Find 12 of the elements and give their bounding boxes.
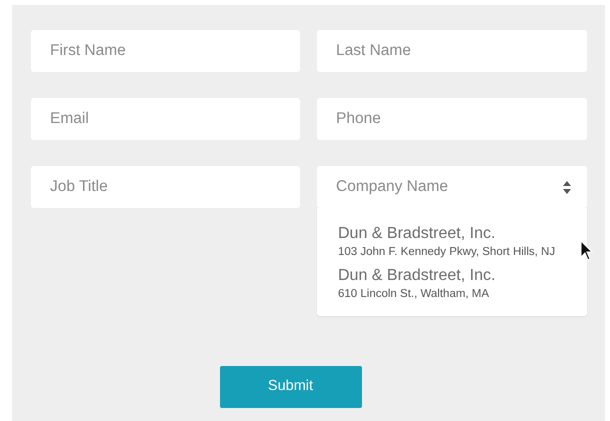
text-field[interactable]: Email (31, 98, 300, 140)
text-field[interactable]: Job Title (31, 166, 300, 208)
submit-button[interactable]: Submit (220, 366, 362, 408)
company-select[interactable]: Company Name (317, 166, 587, 208)
company-name-option[interactable]: Dun & Bradstreet, Inc. (338, 266, 496, 286)
company-address: 610 Lincoln St., Waltham, MA (338, 287, 490, 302)
text-field[interactable]: Last Name (317, 30, 587, 72)
text-field[interactable]: Phone (317, 98, 587, 140)
company-address: 103 John F. Kennedy Pkwy, Short Hills, NJ (338, 245, 556, 260)
sort-arrows-icon (563, 181, 571, 194)
text-field[interactable]: First Name (31, 30, 300, 72)
company-name-option[interactable]: Dun & Bradstreet, Inc. (338, 224, 496, 244)
